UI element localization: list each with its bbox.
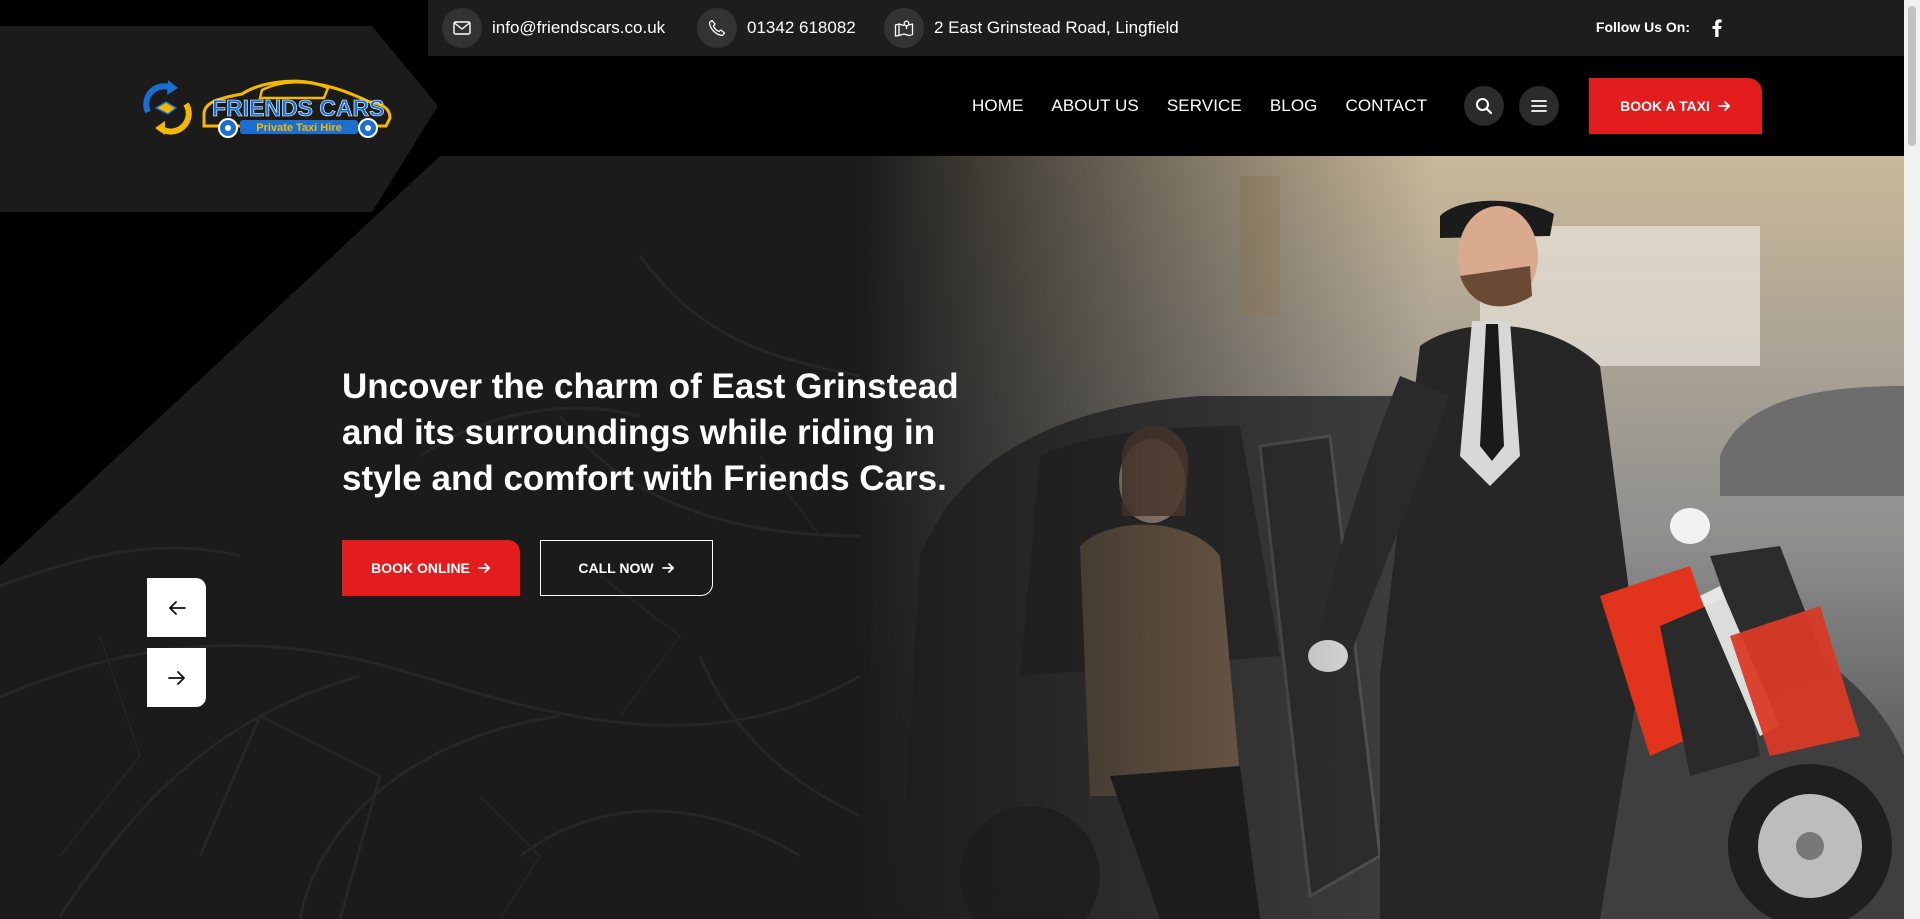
address-contact: 2 East Grinstead Road, Lingfield <box>884 8 1179 48</box>
logo-brand-name: FRIENDS CARS <box>212 95 385 121</box>
arrow-right-icon <box>167 670 185 685</box>
address-text: 2 East Grinstead Road, Lingfield <box>934 18 1179 37</box>
slider-next-button[interactable] <box>147 648 206 707</box>
arrow-right-icon <box>477 563 490 573</box>
phone-text[interactable]: 01342 618082 <box>747 18 856 38</box>
menu-icon <box>1531 100 1547 112</box>
call-now-button[interactable]: CALL NOW <box>540 540 713 596</box>
book-online-label: BOOK ONLINE <box>371 560 470 576</box>
nav-home[interactable]: HOME <box>972 96 1023 116</box>
nav-service[interactable]: SERVICE <box>1167 96 1242 116</box>
map-icon <box>884 8 924 48</box>
scrollbar-thumb[interactable] <box>1908 6 1916 146</box>
book-a-taxi-button[interactable]: BOOK A TAXI <box>1589 78 1762 134</box>
nav-about-us[interactable]: ABOUT US <box>1051 96 1138 116</box>
page: info@friendscars.co.uk 01342 618082 2 Ea… <box>0 0 1920 919</box>
book-a-taxi-label: BOOK A TAXI <box>1620 98 1710 114</box>
arrow-left-icon <box>168 600 186 615</box>
logo-tagline: Private Taxi Hire <box>256 122 341 134</box>
main-nav: HOME ABOUT US SERVICE BLOG CONTACT <box>972 56 1427 156</box>
email-contact[interactable]: info@friendscars.co.uk <box>442 8 665 48</box>
phone-icon <box>697 8 737 48</box>
search-icon <box>1476 98 1493 115</box>
call-now-label: CALL NOW <box>578 560 654 576</box>
slider-prev-button[interactable] <box>147 578 206 637</box>
arrow-right-icon <box>1717 101 1730 111</box>
page-scrollbar[interactable] <box>1904 0 1920 919</box>
menu-button[interactable] <box>1519 86 1559 126</box>
email-text[interactable]: info@friendscars.co.uk <box>492 18 665 38</box>
nav-blog[interactable]: BLOG <box>1270 96 1318 116</box>
arrow-right-icon <box>661 563 674 573</box>
facebook-icon[interactable] <box>1707 14 1727 42</box>
envelope-icon <box>442 8 482 48</box>
book-online-button[interactable]: BOOK ONLINE <box>342 540 520 596</box>
phone-contact[interactable]: 01342 618082 <box>697 8 856 48</box>
friends-cars-logo[interactable]: FRIENDS CARS Private Taxi Hire <box>142 74 392 140</box>
search-button[interactable] <box>1464 86 1504 126</box>
hero-slider <box>0 156 1904 919</box>
hero-title: Uncover the charm of East Grinstead and … <box>342 367 959 498</box>
hero-photo <box>860 156 1904 919</box>
follow-us-label: Follow Us On: <box>1595 19 1690 35</box>
nav-contact[interactable]: CONTACT <box>1345 96 1427 116</box>
